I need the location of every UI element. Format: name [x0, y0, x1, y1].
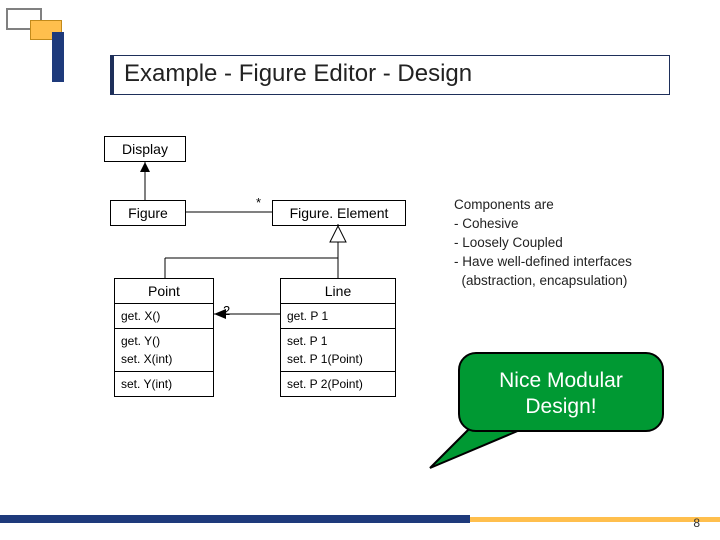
footer-bar-blue: [0, 515, 470, 523]
slide: Example - Figure Editor - Design Display…: [0, 0, 720, 540]
callout-bubble: Nice Modular Design!: [458, 352, 664, 432]
component-notes: Components are - Cohesive - Loosely Coup…: [454, 195, 632, 290]
callout-line1: Nice Modular: [460, 368, 662, 394]
callout-line2: Design!: [460, 394, 662, 420]
page-number: 8: [693, 516, 700, 530]
